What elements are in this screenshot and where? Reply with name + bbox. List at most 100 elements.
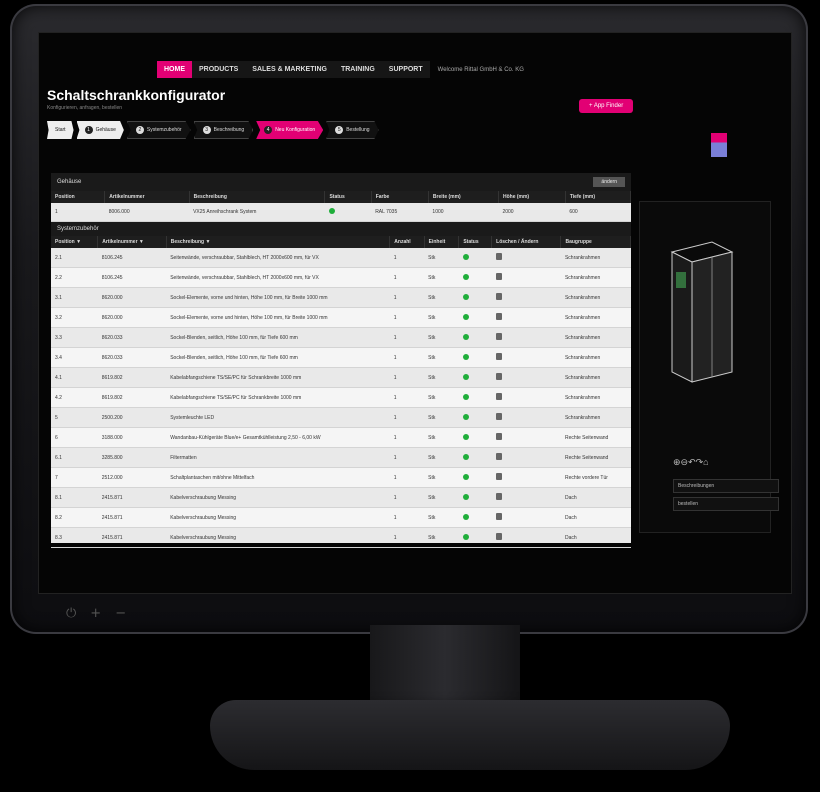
step-bestellung[interactable]: 5 Bestellung <box>326 121 379 139</box>
app-finder-button[interactable]: + App Finder <box>579 99 634 113</box>
cell-description: Sockel-Elemente, vorne und hinten, Höhe … <box>166 287 390 308</box>
cell-unit: Stk <box>424 307 459 328</box>
column-header[interactable]: Höhe (mm) <box>498 191 566 203</box>
column-header[interactable]: Anzahl <box>389 236 425 248</box>
step-start[interactable]: Start <box>47 121 74 139</box>
column-header[interactable]: Beschreibung <box>189 191 326 203</box>
column-header[interactable]: Löschen / Ändern <box>491 236 562 248</box>
nav-sales-marketing[interactable]: SALES & MARKETING <box>245 61 334 78</box>
status-ok-icon <box>462 253 469 260</box>
screen: HOME PRODUCTS SALES & MARKETING TRAINING… <box>38 32 792 594</box>
trash-icon[interactable] <box>495 453 502 460</box>
cell-status <box>324 203 372 222</box>
table-row[interactable]: 2.2 8106.245 Seitenwände, verschraubbar, S… <box>51 267 631 288</box>
status-ok-icon <box>462 273 469 280</box>
table-row[interactable]: 8.2 2415.871 Kabelverschraubung Messing 1 St… <box>51 507 631 528</box>
column-header[interactable]: Position ▼ <box>51 236 99 248</box>
column-header[interactable]: Position <box>51 191 106 203</box>
change-button[interactable]: ändern <box>593 177 625 187</box>
cell-delete <box>491 387 561 408</box>
table-row[interactable]: 3.3 8620.033 Sockel-Blenden, seitlich, Höh… <box>51 327 631 348</box>
page-subtitle: Konfigurieren, anfragen, bestellen <box>47 105 123 111</box>
trash-icon[interactable] <box>495 433 502 440</box>
cell-delete <box>491 507 561 528</box>
column-header[interactable]: Status <box>458 236 493 248</box>
column-header[interactable]: Einheit <box>424 236 460 248</box>
trash-icon[interactable] <box>495 253 502 260</box>
trash-icon[interactable] <box>495 513 502 520</box>
table-row[interactable]: 6.1 3285.800 Filtermatten 1 Stk Rechte Seiten… <box>51 447 631 468</box>
nav-products[interactable]: PRODUCTS <box>192 61 246 78</box>
cell-delete <box>491 248 561 268</box>
trash-icon[interactable] <box>495 413 502 420</box>
trash-icon[interactable] <box>495 333 502 340</box>
status-ok-icon <box>462 473 469 480</box>
cell-position: 8.3 <box>51 527 98 548</box>
column-header[interactable]: Artikelnummer ▼ <box>97 236 167 248</box>
cabinet-3d-icon[interactable] <box>662 232 742 392</box>
table-row[interactable]: 2.1 8106.245 Seitenwände, verschraubbar, S… <box>51 248 631 268</box>
status-ok-icon <box>462 313 469 320</box>
cell-group: Dach <box>560 487 631 508</box>
cell-status <box>458 367 492 388</box>
plus-icon[interactable]: + <box>90 606 101 621</box>
step-gehaeuse[interactable]: 1 Gehäuse <box>76 121 124 139</box>
table-row[interactable]: 6 3188.000 Wandanbau-Kühlgeräte Blue/e+ Ge… <box>51 427 631 448</box>
column-header[interactable]: Tiefe (mm) <box>565 191 632 203</box>
brand-logo <box>711 133 727 157</box>
cell-group: Schrankrahmen <box>560 387 631 408</box>
table-row[interactable]: 8.1 2415.871 Kabelverschraubung Messing 1 St… <box>51 487 631 508</box>
cell-quantity: 1 <box>389 527 425 548</box>
table-row[interactable]: 3.2 8620.000 Sockel-Elemente, vorne und hi… <box>51 307 631 328</box>
column-header[interactable]: Status <box>324 191 372 203</box>
trash-icon[interactable] <box>495 533 502 540</box>
column-header[interactable]: Breite (mm) <box>428 191 499 203</box>
step-number: 5 <box>335 126 344 134</box>
table-row[interactable]: 7 2512.000 Schaltplantaschen mit/ohne Mitt… <box>51 467 631 488</box>
cell-delete <box>491 267 561 288</box>
column-header[interactable]: Beschreibung ▼ <box>166 236 391 248</box>
cell-color: RAL 7035 <box>371 203 429 222</box>
cell-status <box>458 487 492 508</box>
trash-icon[interactable] <box>495 313 502 320</box>
power-icon[interactable]: ⏻ <box>66 606 76 621</box>
trash-icon[interactable] <box>495 273 502 280</box>
nav-support[interactable]: SUPPORT <box>381 61 430 78</box>
column-header[interactable]: Artikelnummer <box>104 191 190 203</box>
link-bestellen[interactable]: bestellen <box>673 497 779 511</box>
trash-icon[interactable] <box>495 493 502 500</box>
cell-position: 8.1 <box>51 487 98 508</box>
viewer-toolbar[interactable]: ⊕⊖↶↷⌂ <box>673 457 709 468</box>
table-row[interactable]: 3.4 8620.033 Sockel-Blenden, seitlich, Höh… <box>51 347 631 368</box>
cell-position: 4.2 <box>51 387 98 408</box>
step-systemzubehoer[interactable]: 2 Systemzubehör <box>126 121 191 139</box>
column-header[interactable]: Baugruppe <box>560 236 631 248</box>
cell-position: 3.2 <box>51 307 98 328</box>
nav-home[interactable]: HOME <box>157 61 192 78</box>
step-beschreibung[interactable]: 3 Beschreibung <box>193 121 254 139</box>
table-row[interactable]: 8.3 2415.871 Kabelverschraubung Messing 1 St… <box>51 527 631 548</box>
page-title: Schaltschrankkonfigurator <box>47 87 226 103</box>
trash-icon[interactable] <box>495 293 502 300</box>
trash-icon[interactable] <box>495 393 502 400</box>
cell-width: 1000 <box>428 203 499 222</box>
cell-article: 8619.802 <box>97 387 167 408</box>
table-row[interactable]: 3.1 8620.000 Sockel-Elemente, vorne und hi… <box>51 287 631 308</box>
trash-icon[interactable] <box>495 473 502 480</box>
column-header[interactable]: Farbe <box>371 191 429 203</box>
nav-training[interactable]: TRAINING <box>333 61 382 78</box>
cell-position: 6.1 <box>51 447 98 468</box>
trash-icon[interactable] <box>495 353 502 360</box>
cell-description: Sockel-Blenden, seitlich, Höhe 100 mm, f… <box>166 347 390 368</box>
step-label: Beschreibung <box>213 127 245 133</box>
table-row[interactable]: 4.2 8619.802 Kabelabfangschiene TS/SE/PC f… <box>51 387 631 408</box>
table-row[interactable]: 5 2500.200 Systemleuchte LED 1 Stk Schrankrah… <box>51 407 631 428</box>
zubehoer-table: Position ▼ Artikelnummer ▼ Beschreibung ▼ A… <box>51 236 631 548</box>
table-row[interactable]: 1 8006.000 VX25 Anreihschrank System RAL 70… <box>51 203 631 222</box>
cell-article: 8620.033 <box>97 327 167 348</box>
step-neu-konfiguration[interactable]: 4 Neu Konfiguration <box>256 121 324 139</box>
table-row[interactable]: 4.1 8619.802 Kabelabfangschiene TS/SE/PC f… <box>51 367 631 388</box>
link-beschreibungen[interactable]: Beschreibungen <box>673 479 779 493</box>
minus-icon[interactable]: − <box>115 606 126 621</box>
trash-icon[interactable] <box>495 373 502 380</box>
